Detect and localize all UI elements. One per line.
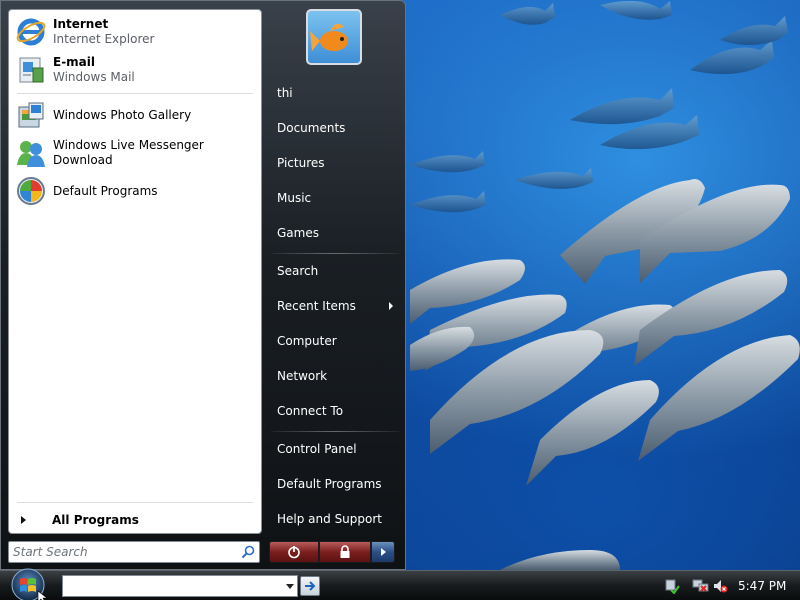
power-button[interactable] — [269, 541, 319, 563]
recent-windows-live-messenger-download[interactable]: Windows Live Messenger Download — [13, 135, 257, 171]
right-item-label: Connect To — [277, 404, 344, 418]
arrow-right-icon — [305, 581, 316, 591]
computer-link[interactable]: Computer — [271, 326, 399, 356]
help-and-support-link[interactable]: Help and Support — [271, 504, 399, 534]
start-menu: Internet Internet Explorer E-mail Window… — [0, 0, 406, 570]
power-options-arrow-button[interactable] — [371, 541, 395, 563]
recent-default-programs[interactable]: Default Programs — [13, 173, 257, 209]
default-programs-link[interactable]: Default Programs — [271, 469, 399, 499]
recent-title: Default Programs — [53, 183, 158, 198]
right-item-label: Games — [277, 226, 319, 240]
pinned-windows-mail[interactable]: E-mail Windows Mail — [13, 52, 257, 88]
start-menu-programs-pane: Internet Internet Explorer E-mail Window… — [8, 9, 262, 534]
start-search-box — [8, 541, 260, 563]
right-item-label: Help and Support — [277, 512, 382, 526]
all-programs-button[interactable]: All Programs — [17, 510, 255, 530]
start-search-input[interactable] — [13, 544, 233, 560]
volume-muted-icon[interactable] — [712, 578, 728, 594]
pinned-title: Internet — [53, 17, 109, 31]
lock-button[interactable] — [319, 541, 371, 563]
windows-mail-icon — [19, 57, 44, 83]
recent-title: Windows Photo Gallery — [53, 107, 192, 122]
right-item-label: thi — [277, 86, 293, 100]
pinned-internet-explorer[interactable]: Internet Internet Explorer — [13, 14, 257, 50]
documents-link[interactable]: Documents — [271, 113, 399, 143]
start-orb-button[interactable] — [8, 567, 48, 600]
messenger-icon — [17, 141, 45, 167]
right-item-label: Search — [277, 264, 319, 278]
right-item-label: Pictures — [277, 156, 325, 170]
search-icon[interactable] — [241, 545, 255, 559]
go-button[interactable] — [300, 576, 320, 596]
right-item-label: Computer — [277, 334, 337, 348]
lock-icon — [340, 545, 350, 558]
taskbar-address-box — [62, 575, 298, 597]
taskbar-address-input[interactable] — [66, 578, 276, 594]
control-panel-link[interactable]: Control Panel — [271, 434, 399, 464]
right-item-label: Recent Items — [277, 299, 356, 313]
default-programs-icon — [17, 177, 45, 205]
system-tray: 5:47 PM — [664, 574, 800, 598]
chevron-right-icon — [380, 548, 386, 556]
connect-to-link[interactable]: Connect To — [271, 396, 399, 426]
all-programs-label: All Programs — [52, 513, 139, 527]
taskbar: 5:47 PM — [0, 567, 800, 600]
music-link[interactable]: Music — [271, 183, 399, 213]
network-disconnected-icon[interactable] — [692, 578, 710, 594]
right-separator — [271, 253, 399, 254]
right-item-label: Documents — [277, 121, 346, 135]
search-link[interactable]: Search — [271, 256, 399, 286]
photo-gallery-icon — [18, 102, 44, 128]
user-picture[interactable] — [306, 9, 362, 65]
pinned-subtitle: Windows Mail — [53, 70, 135, 84]
power-icon — [288, 546, 300, 559]
right-item-label: Network — [277, 369, 328, 383]
right-item-label: Control Panel — [277, 442, 357, 456]
internet-explorer-icon — [16, 18, 46, 46]
security-center-icon[interactable] — [664, 578, 680, 594]
right-separator — [271, 431, 399, 432]
chevron-down-icon[interactable] — [286, 584, 294, 589]
recent-title: Windows Live Messenger Download — [53, 138, 204, 167]
taskbar-clock[interactable]: 5:47 PM — [738, 579, 786, 593]
pinned-subtitle: Internet Explorer — [53, 32, 155, 46]
pictures-link[interactable]: Pictures — [271, 148, 399, 178]
chevron-right-icon — [21, 516, 26, 524]
right-item-label: Default Programs — [277, 477, 382, 491]
right-item-label: Music — [277, 191, 312, 205]
chevron-right-icon — [389, 302, 393, 310]
goldfish-user-icon — [310, 23, 348, 51]
games-link[interactable]: Games — [271, 218, 399, 248]
user-folder-link[interactable]: thi — [271, 78, 399, 108]
pinned-title: E-mail — [53, 55, 96, 69]
recent-items-link[interactable]: Recent Items — [271, 291, 399, 321]
network-link[interactable]: Network — [271, 361, 399, 391]
power-button-group — [269, 541, 395, 563]
pinned-separator — [17, 93, 253, 94]
all-programs-separator — [17, 502, 253, 503]
recent-windows-photo-gallery[interactable]: Windows Photo Gallery — [13, 97, 257, 133]
